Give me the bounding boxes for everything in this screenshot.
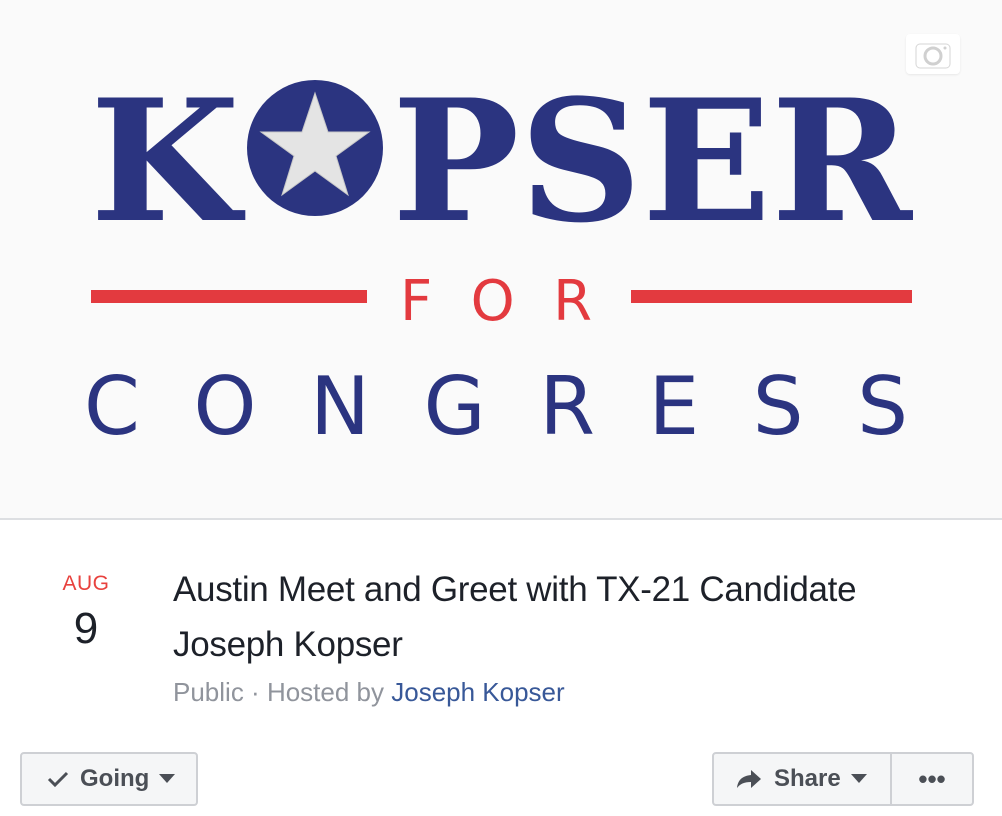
logo-red-bar-left <box>91 290 367 303</box>
event-date-day: 9 <box>73 604 99 653</box>
logo-congress: CONGRESS <box>84 360 908 453</box>
more-dots-icon: ••• <box>918 763 946 794</box>
hosted-by-label: Hosted by <box>266 677 392 707</box>
logo-for: FOR <box>400 269 592 334</box>
event-cover-photo: K PSER FOR CONGRESS <box>0 0 1002 520</box>
going-button[interactable]: Going <box>20 752 198 806</box>
logo-letter-k: K <box>90 62 246 260</box>
caret-down-icon <box>159 774 176 784</box>
share-arrow-icon <box>736 769 762 789</box>
kopser-logo: K PSER FOR CONGRESS <box>84 62 913 453</box>
caret-down-icon <box>850 774 867 784</box>
host-link[interactable]: Joseph Kopser <box>391 677 564 707</box>
meta-separator: · <box>243 677 267 707</box>
share-button-group: Share ••• <box>712 752 974 806</box>
update-cover-photo-button[interactable] <box>906 34 960 74</box>
logo-red-bar-right <box>631 290 912 303</box>
event-meta: Public · Hosted by Joseph Kopser <box>173 677 565 708</box>
share-button[interactable]: Share <box>714 754 892 804</box>
logo-letters-pser: PSER <box>392 62 913 260</box>
more-options-button[interactable]: ••• <box>892 754 972 804</box>
checkmark-icon <box>46 769 70 789</box>
share-label: Share <box>774 765 841 792</box>
event-title: Austin Meet and Greet with TX-21 Candida… <box>173 570 857 664</box>
going-label: Going <box>80 765 150 792</box>
event-privacy: Public <box>173 677 244 707</box>
camera-icon <box>914 42 952 70</box>
event-date-month: AUG <box>62 572 110 595</box>
